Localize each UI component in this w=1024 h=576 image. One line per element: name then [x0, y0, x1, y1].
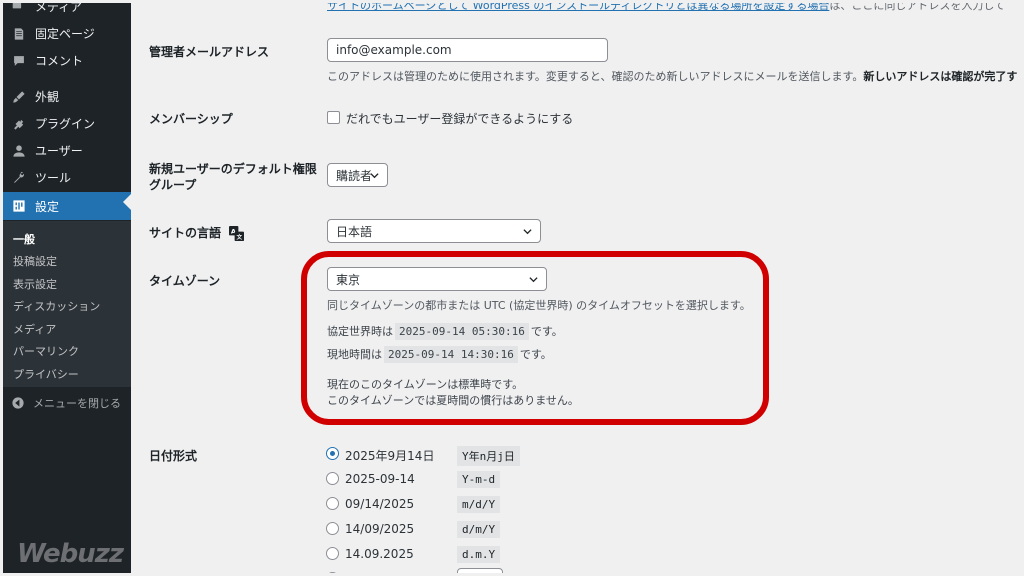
sidebar-item-label: プラグイン	[35, 117, 96, 131]
sidebar-item-pages[interactable]: 固定ページ	[3, 20, 131, 47]
sidebar-item-label: コメント	[35, 54, 84, 68]
webuzz-watermark: Webuzz	[17, 539, 124, 569]
membership-label: メンバーシップ	[149, 112, 233, 126]
timezone-label: タイムゾーン	[149, 274, 221, 288]
date-format-code: d/m/Y	[457, 521, 501, 538]
submenu-privacy[interactable]: プライバシー	[13, 366, 79, 382]
sidebar-item-label: メディア	[35, 0, 83, 14]
collapse-label: メニューを閉じる	[33, 397, 121, 410]
default-role-label-line2: グループ	[149, 178, 197, 192]
sidebar-item-label: ツール	[35, 171, 72, 185]
date-format-code: Y年n月j日	[457, 446, 520, 466]
date-format-radio-2[interactable]	[326, 472, 339, 485]
user-icon	[12, 144, 26, 158]
sidebar-item-label: ユーザー	[35, 144, 83, 158]
site-language-value: 日本語	[336, 224, 373, 239]
settings-icon	[12, 199, 26, 213]
sidebar-item-label: 設定	[35, 199, 60, 214]
chevron-down-icon	[370, 173, 379, 179]
membership-checkbox-label: だれでもユーザー登録ができるようにする	[346, 112, 574, 126]
chevron-down-icon	[523, 229, 532, 235]
site-language-label-text: サイトの言語	[149, 226, 222, 240]
date-format-code: d.m.Y	[457, 546, 501, 563]
date-format-radio-custom[interactable]	[326, 572, 339, 573]
submenu-media[interactable]: メディア	[13, 321, 56, 337]
submenu-reading[interactable]: 表示設定	[13, 276, 57, 292]
settings-submenu: 一般 投稿設定 表示設定 ディスカッション メディア パーマリンク プライバシー	[3, 221, 131, 387]
default-role-label-line1: 新規ユーザーのデフォルト権限	[149, 162, 317, 176]
media-icon	[12, 3, 26, 14]
home-url-link[interactable]: サイトのホームページとして WordPress のインストールディレクトリとは異…	[327, 3, 829, 12]
date-format-radio-3[interactable]	[326, 497, 339, 510]
submenu-general[interactable]: 一般	[13, 231, 35, 247]
collapse-menu-button[interactable]: メニューを閉じる	[11, 395, 121, 411]
sidebar-item-settings[interactable]: 設定	[3, 192, 131, 220]
date-format-radio-5[interactable]	[326, 547, 339, 560]
site-language-select[interactable]: 日本語	[327, 219, 541, 243]
submenu-permalinks[interactable]: パーマリンク	[13, 343, 79, 359]
admin-email-description: このアドレスは管理のために使用されます。変更すると、確認のため新しいアドレスにメ…	[327, 68, 1017, 84]
home-url-note: サイトのホームページとして WordPress のインストールディレクトリとは異…	[327, 0, 1006, 13]
admin-email-desc-text: このアドレスは管理のために使用されます。変更すると、確認のため新しいアドレスにメ…	[327, 70, 864, 83]
default-role-value: 購読者	[336, 168, 373, 183]
date-format-radio-4[interactable]	[326, 522, 339, 535]
sidebar-item-appearance[interactable]: 外観	[3, 83, 131, 110]
date-format-radio-1[interactable]	[326, 447, 339, 460]
timezone-highlight-box	[301, 251, 769, 425]
home-url-note-rest: は、ここに同じアドレスを入力して	[829, 0, 1006, 12]
admin-sidebar: メディア 固定ページ コメント 外観 プラグイン ユーザー ツール 設定 一般 …	[3, 0, 131, 573]
sidebar-item-tools[interactable]: ツール	[3, 164, 131, 191]
collapse-icon	[12, 397, 24, 409]
date-format-code: Y-m-d	[457, 471, 501, 488]
admin-email-label: 管理者メールアドレス	[149, 45, 270, 59]
sidebar-item-comments[interactable]: コメント	[3, 47, 131, 74]
submenu-discussion[interactable]: ディスカッション	[13, 298, 100, 314]
date-format-option-label: 2025-09-14	[345, 472, 415, 486]
sidebar-item-label: 外観	[35, 90, 60, 104]
sidebar-item-label: 固定ページ	[35, 27, 95, 41]
site-language-label: サイトの言語 A文	[149, 224, 245, 241]
tool-icon	[12, 171, 26, 185]
date-format-option-label: 09/14/2025	[345, 497, 415, 511]
submenu-writing[interactable]: 投稿設定	[13, 253, 57, 269]
date-format-label: 日付形式	[149, 449, 198, 463]
comment-icon	[12, 54, 26, 68]
translation-icon: A文	[229, 226, 245, 241]
date-format-option-label: 14.09.2025	[345, 547, 414, 561]
membership-checkbox[interactable]	[327, 111, 340, 124]
admin-email-field[interactable]: info@example.com	[327, 38, 608, 62]
sidebar-item-users[interactable]: ユーザー	[3, 137, 131, 164]
sidebar-item-media[interactable]: メディア	[3, 0, 131, 20]
date-format-code: m/d/Y	[457, 496, 501, 513]
sidebar-item-plugins[interactable]: プラグイン	[3, 110, 131, 137]
page-icon	[12, 27, 26, 41]
default-role-select[interactable]: 購読者	[327, 163, 388, 187]
appearance-icon	[12, 90, 26, 104]
custom-date-format-field[interactable]	[457, 568, 503, 573]
screenshot-frame: メディア 固定ページ コメント 外観 プラグイン ユーザー ツール 設定 一般 …	[0, 0, 1024, 576]
date-format-option-label: 2025年9月14日	[345, 449, 435, 463]
active-menu-arrow	[123, 194, 131, 210]
plugin-icon	[12, 117, 26, 131]
svg-text:文: 文	[236, 233, 243, 241]
date-format-option-label: 14/09/2025	[345, 522, 415, 536]
admin-email-desc-bold: 新しいアドレスは確認が完了す	[863, 70, 1018, 83]
